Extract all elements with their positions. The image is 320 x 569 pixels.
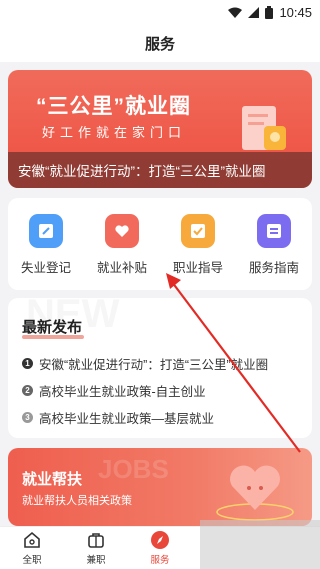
assist-subtitle: 就业帮扶人员相关政策 <box>22 495 132 507</box>
news-item-text: 高校毕业生就业政策—基层就业 <box>39 412 215 426</box>
number-badge: 3 <box>22 412 33 423</box>
news-item[interactable]: 1 安徽“就业促进行动”：打造“三公里”就业圈 <box>22 350 268 377</box>
service-guide[interactable]: 服务指南 <box>239 214 309 290</box>
home-icon <box>22 530 42 550</box>
number-badge: 1 <box>22 358 33 369</box>
list-doc-icon <box>257 214 291 248</box>
number-badge: 2 <box>22 385 33 396</box>
service-label: 就业补贴 <box>96 261 147 275</box>
document-illustration-icon <box>242 106 286 150</box>
compass-icon <box>150 530 170 550</box>
news-item-text: 安徽“就业促进行动”：打造“三公里”就业圈 <box>39 358 269 372</box>
cellular-signal-icon <box>248 6 260 18</box>
tab-label: 兼职 <box>86 555 106 566</box>
tab-label: 服务 <box>150 555 170 566</box>
service-label: 职业指导 <box>172 261 223 275</box>
latest-news-card: NEW 最新发布 1 安徽“就业促进行动”：打造“三公里”就业圈 2 高校毕业生… <box>8 298 312 438</box>
banner-caption: 安徽“就业促进行动”：打造“三公里”就业圈 <box>8 152 312 188</box>
heart-illustration-icon <box>216 465 294 521</box>
news-item[interactable]: 3 高校毕业生就业政策—基层就业 <box>22 404 268 431</box>
news-title: 最新发布 <box>22 319 83 336</box>
header: 服务 <box>0 24 320 62</box>
news-item-text: 高校毕业生就业政策-自主创业 <box>39 385 206 399</box>
news-list: 1 安徽“就业促进行动”：打造“三公里”就业圈 2 高校毕业生就业政策-自主创业… <box>22 350 268 431</box>
pencil-note-icon <box>29 214 63 248</box>
services-panel: 失业登记 就业补贴 职业指导 服务指南 <box>8 198 312 290</box>
heart-hand-icon <box>105 214 139 248</box>
briefcase-icon <box>86 530 106 550</box>
banner-title: “三公里”就业圈 <box>36 95 191 118</box>
service-label: 失业登记 <box>20 261 71 275</box>
battery-icon <box>265 5 274 19</box>
status-bar: 10:45 <box>0 0 320 24</box>
tab-parttime[interactable]: 兼职 <box>64 527 128 569</box>
checklist-icon <box>181 214 215 248</box>
tab-service[interactable]: 服务 <box>128 527 192 569</box>
news-item[interactable]: 2 高校毕业生就业政策-自主创业 <box>22 377 268 404</box>
banner-subtitle: 好工作就在家门口 <box>42 125 187 140</box>
page-title: 服务 <box>144 35 175 53</box>
assist-ghost-text: JOBS <box>98 454 169 484</box>
watermark-overlay <box>200 520 320 569</box>
wifi-icon <box>228 7 243 18</box>
promo-banner[interactable]: “三公里”就业圈 好工作就在家门口 安徽“就业促进行动”：打造“三公里”就业圈 <box>8 70 312 188</box>
status-time: 10:45 <box>279 4 312 20</box>
tab-label: 全职 <box>22 555 42 566</box>
service-label: 服务指南 <box>248 261 299 275</box>
employment-assistance-card[interactable]: JOBS 就业帮扶 就业帮扶人员相关政策 <box>8 448 312 526</box>
service-unemployment-registration[interactable]: 失业登记 <box>11 214 81 290</box>
service-career-guidance[interactable]: 职业指导 <box>163 214 233 290</box>
assist-title: 就业帮扶 <box>22 471 83 488</box>
tab-fulltime[interactable]: 全职 <box>0 527 64 569</box>
service-employment-subsidy[interactable]: 就业补贴 <box>87 214 157 290</box>
